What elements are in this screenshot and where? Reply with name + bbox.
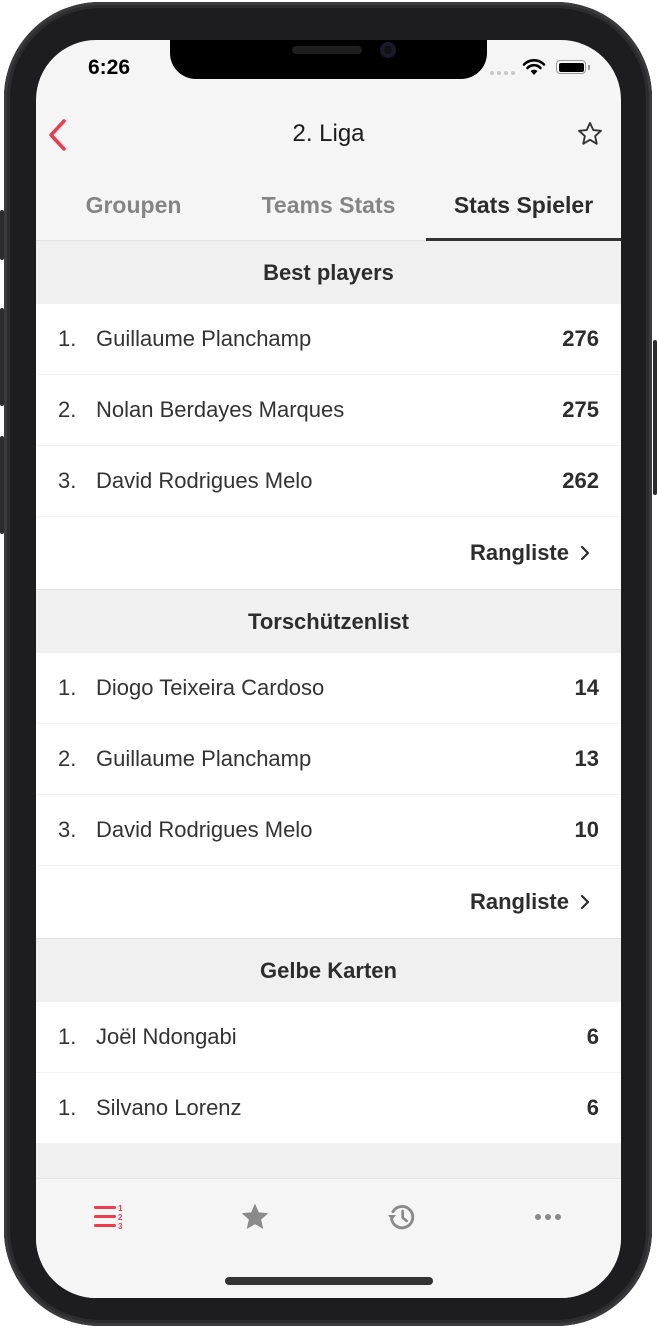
player-name: Joël Ndongabi bbox=[96, 1024, 237, 1049]
list-item[interactable]: 1. Guillaume Planchamp 276 bbox=[36, 304, 621, 375]
stat-value: 276 bbox=[562, 326, 599, 351]
svg-text:1: 1 bbox=[118, 1204, 123, 1213]
stats-list[interactable]: Best players 1. Guillaume Planchamp 276 … bbox=[36, 241, 621, 1178]
list-item[interactable]: 3. David Rodrigues Melo 262 bbox=[36, 446, 621, 517]
tabbar-favorites[interactable] bbox=[235, 1197, 275, 1237]
list-item[interactable]: 3. David Rodrigues Melo 10 bbox=[36, 795, 621, 866]
rank: 1. bbox=[58, 326, 77, 351]
ranking-list-icon: 1 2 3 bbox=[94, 1204, 123, 1231]
player-name: Diogo Teixeira Cardoso bbox=[96, 675, 325, 700]
stat-value: 6 bbox=[586, 1095, 599, 1120]
list-item[interactable]: 1. Diogo Teixeira Cardoso 14 bbox=[36, 653, 621, 724]
rank: 3. bbox=[58, 817, 77, 842]
rank: 3. bbox=[58, 468, 77, 493]
favorite-button[interactable] bbox=[576, 120, 604, 153]
section-header-gelbe-karten: Gelbe Karten bbox=[36, 939, 621, 1002]
rank: 1. bbox=[58, 1095, 77, 1120]
player-name: Guillaume Planchamp bbox=[96, 746, 312, 771]
rank: 1. bbox=[58, 675, 77, 700]
navbar: 2. Liga bbox=[36, 100, 621, 172]
rangliste-link-best-players[interactable]: Rangliste bbox=[36, 517, 621, 589]
list-item[interactable]: 2. Nolan Berdayes Marques 275 bbox=[36, 375, 621, 446]
list-item[interactable]: 2. Guillaume Planchamp 13 bbox=[36, 724, 621, 795]
player-name: Silvano Lorenz bbox=[96, 1095, 242, 1120]
speaker bbox=[292, 46, 362, 54]
camera bbox=[380, 42, 396, 58]
stat-value: 13 bbox=[574, 746, 599, 771]
chevron-right-icon bbox=[580, 894, 590, 910]
player-name: David Rodrigues Melo bbox=[96, 817, 313, 842]
signal-icon bbox=[490, 71, 515, 75]
volume-up-button bbox=[0, 308, 4, 406]
volume-down-button bbox=[0, 436, 4, 534]
star-outline-icon bbox=[578, 121, 602, 145]
svg-text:2: 2 bbox=[118, 1213, 123, 1222]
player-name: Nolan Berdayes Marques bbox=[96, 397, 345, 422]
wifi-icon bbox=[522, 59, 546, 75]
list-item[interactable]: 1. Silvano Lorenz 6 bbox=[36, 1073, 621, 1144]
tab-groupen[interactable]: Groupen bbox=[36, 180, 231, 240]
rangliste-label: Rangliste bbox=[469, 540, 569, 565]
status-time: 6:26 bbox=[88, 56, 131, 79]
player-name: David Rodrigues Melo bbox=[96, 468, 313, 493]
section-header-torschuetzen: Torschützenlist bbox=[36, 590, 621, 653]
home-indicator[interactable] bbox=[225, 1277, 433, 1285]
tabbar-more[interactable] bbox=[528, 1197, 568, 1237]
screen: 6:26 2. Liga Groupen Teams Stats Stats S… bbox=[36, 40, 621, 1298]
tab-stats-spieler[interactable]: Stats Spieler bbox=[426, 180, 621, 241]
rank: 2. bbox=[58, 746, 77, 771]
segment-tabs: Groupen Teams Stats Stats Spieler bbox=[36, 180, 621, 241]
rangliste-label: Rangliste bbox=[469, 889, 569, 914]
stat-value: 262 bbox=[562, 468, 599, 493]
notch bbox=[170, 40, 487, 79]
history-icon bbox=[388, 1205, 415, 1230]
player-name: Guillaume Planchamp bbox=[96, 326, 312, 351]
page-title: 2. Liga bbox=[292, 120, 365, 147]
stat-value: 10 bbox=[574, 817, 599, 842]
star-icon bbox=[241, 1203, 269, 1229]
tab-bar: 1 2 3 bbox=[36, 1178, 621, 1298]
more-icon bbox=[535, 1214, 561, 1220]
list-item[interactable]: 1. Joël Ndongabi 6 bbox=[36, 1002, 621, 1073]
tabbar-ranking[interactable]: 1 2 3 bbox=[89, 1197, 129, 1237]
power-button bbox=[653, 340, 657, 495]
rank: 2. bbox=[58, 397, 77, 422]
tabbar-history[interactable] bbox=[382, 1197, 422, 1237]
battery-tip bbox=[588, 65, 590, 70]
stat-value: 14 bbox=[574, 675, 599, 700]
section-header-best-players: Best players bbox=[36, 241, 621, 304]
rangliste-link-torschuetzen[interactable]: Rangliste bbox=[36, 866, 621, 938]
battery-icon bbox=[556, 60, 586, 74]
stat-value: 6 bbox=[586, 1024, 599, 1049]
svg-text:3: 3 bbox=[118, 1222, 123, 1231]
tab-teams-stats[interactable]: Teams Stats bbox=[231, 180, 426, 240]
chevron-right-icon bbox=[580, 545, 590, 561]
stat-value: 275 bbox=[562, 397, 599, 422]
rank: 1. bbox=[58, 1024, 77, 1049]
mute-switch bbox=[0, 210, 4, 260]
